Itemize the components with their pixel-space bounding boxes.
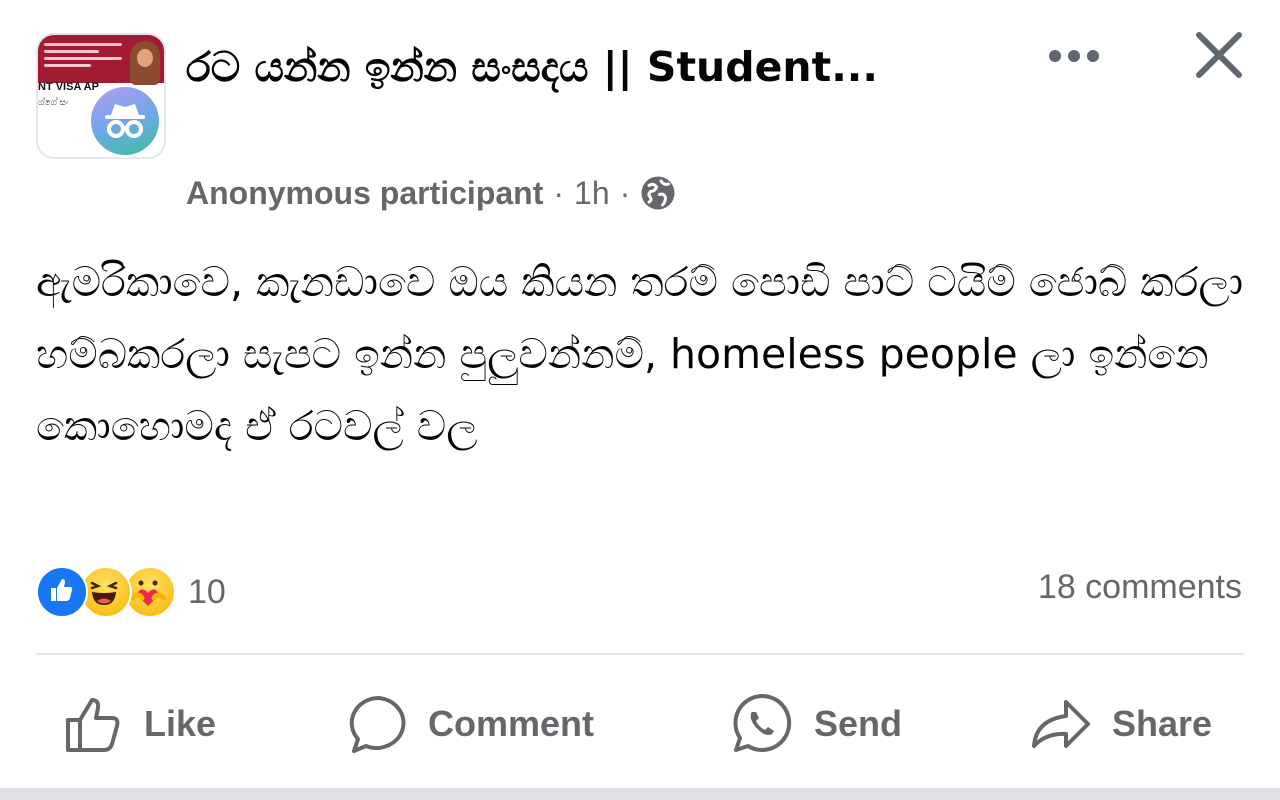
post-time[interactable]: 1h bbox=[574, 175, 610, 212]
divider bbox=[36, 653, 1244, 655]
reactions-summary[interactable]: 10 bbox=[36, 566, 226, 618]
bottom-separator bbox=[0, 788, 1280, 800]
reaction-count[interactable]: 10 bbox=[188, 573, 226, 612]
send-label: Send bbox=[814, 703, 903, 744]
thumbs-up-icon bbox=[66, 698, 120, 752]
comment-label: Comment bbox=[428, 703, 595, 744]
like-button[interactable]: Like bbox=[64, 680, 216, 768]
more-options-button[interactable] bbox=[1043, 38, 1105, 74]
anonymous-incognito-icon bbox=[105, 104, 145, 138]
whatsapp-icon bbox=[733, 693, 792, 752]
group-name[interactable]: රට යන්න ඉන්න සංසදය || Student... bbox=[186, 38, 886, 96]
like-label: Like bbox=[144, 703, 217, 744]
globe-icon bbox=[641, 176, 675, 210]
post-body-text: ඇමරිකාවෙ, කැනඩාවෙ ඔය කියන තරම් පොඩි පාට්… bbox=[36, 258, 1244, 450]
send-button[interactable]: Send bbox=[730, 680, 902, 768]
author-name[interactable]: Anonymous participant bbox=[186, 175, 543, 212]
like-reaction-icon bbox=[36, 566, 88, 618]
comment-icon bbox=[349, 696, 406, 753]
post-meta: Anonymous participant · 1h · bbox=[186, 170, 676, 216]
share-button[interactable]: Share bbox=[1030, 680, 1212, 768]
thumbnail-text-lines bbox=[44, 43, 122, 71]
close-button[interactable] bbox=[1190, 26, 1248, 84]
thumbnail-subcaption: ග්ගේ සං bbox=[38, 97, 69, 107]
action-bar: Like Comment Send Share bbox=[0, 680, 1280, 768]
close-icon bbox=[1196, 32, 1242, 78]
comments-count[interactable]: 18 comments bbox=[1038, 568, 1242, 607]
share-label: Share bbox=[1112, 703, 1213, 744]
meta-separator: · bbox=[553, 174, 565, 211]
meta-separator: · bbox=[619, 174, 631, 211]
thumbnail-person bbox=[130, 41, 160, 85]
share-arrow-icon bbox=[1032, 700, 1090, 748]
comment-button[interactable]: Comment bbox=[348, 680, 594, 768]
anonymous-avatar[interactable] bbox=[88, 84, 162, 158]
